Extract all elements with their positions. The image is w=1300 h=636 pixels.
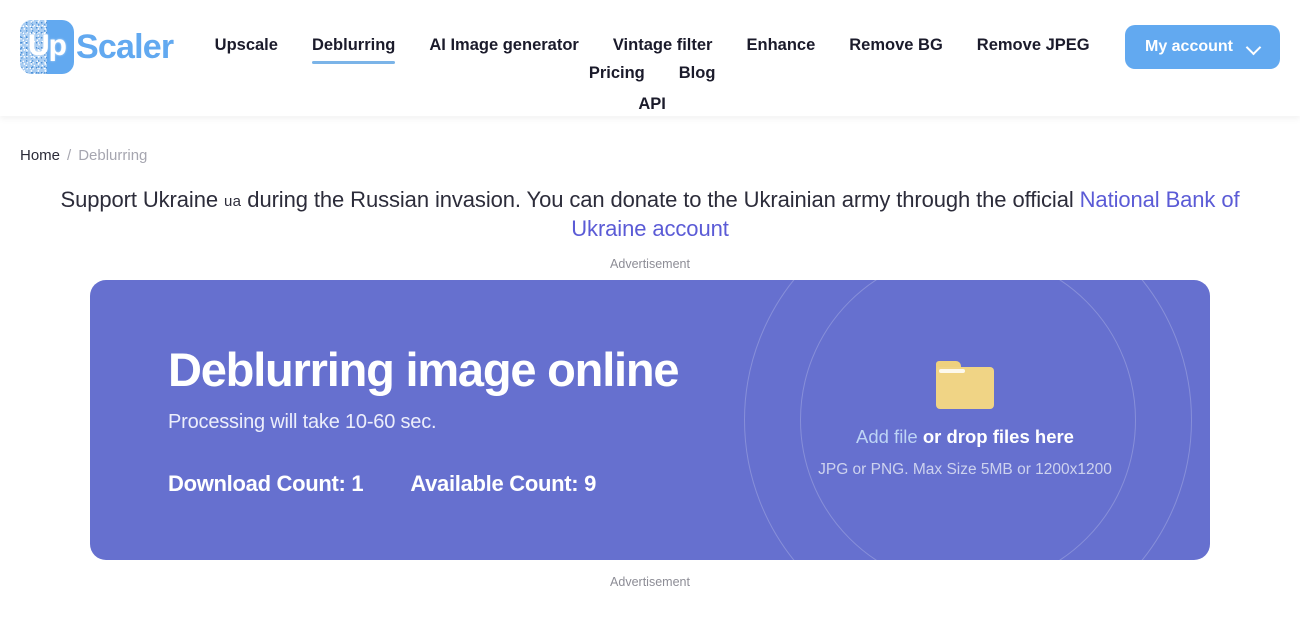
nav-item-api[interactable]: API <box>638 93 666 121</box>
breadcrumb-current: Deblurring <box>78 147 148 164</box>
download-count: Download Count: 1 <box>168 470 364 498</box>
logo-mark-text: Up <box>28 29 67 62</box>
nav-item-deblurring[interactable]: Deblurring <box>311 34 396 64</box>
add-file-link[interactable]: Add file <box>856 426 918 447</box>
nav-item-upscale[interactable]: Upscale <box>215 34 278 62</box>
available-count-label: Available Count: <box>410 471 579 496</box>
logo-wordmark: Scaler <box>76 27 174 66</box>
dropzone-main-text: Add file or drop files here <box>856 425 1074 449</box>
available-count-value: 9 <box>584 471 597 496</box>
main-nav: Upscale Deblurring AI Image generator Vi… <box>189 20 1115 121</box>
page-content: Home / Deblurring Support Ukraine ua dur… <box>0 116 1300 590</box>
chevron-down-icon <box>1247 41 1260 54</box>
folder-icon <box>936 360 994 409</box>
file-dropzone[interactable]: Add file or drop files here JPG or PNG. … <box>730 280 1210 560</box>
ukraine-banner-text-start: Support Ukraine <box>60 187 224 212</box>
nav-item-blog[interactable]: Blog <box>679 62 716 90</box>
hero-card: Deblurring image online Processing will … <box>90 280 1210 560</box>
ukraine-support-banner: Support Ukraine ua during the Russian in… <box>20 186 1280 242</box>
breadcrumb-separator: / <box>67 147 72 164</box>
nav-item-enhance[interactable]: Enhance <box>746 34 815 62</box>
hero-counts: Download Count: 1 Available Count: 9 <box>168 470 730 498</box>
nav-item-ai-image-generator[interactable]: AI Image generator <box>429 34 578 62</box>
page-title: Deblurring image online <box>168 343 680 396</box>
main-nav-second-row: API <box>189 93 1115 121</box>
dropzone-hint: JPG or PNG. Max Size 5MB or 1200x1200 <box>818 460 1112 478</box>
download-count-label: Download Count: <box>168 471 346 496</box>
nav-item-vintage-filter[interactable]: Vintage filter <box>613 34 713 62</box>
folder-icon-lip <box>939 368 965 373</box>
hero-text-block: Deblurring image online Processing will … <box>90 342 730 498</box>
site-header: Up Scaler Upscale Deblurring AI Image ge… <box>0 0 1300 116</box>
hero-subtitle: Processing will take 10-60 sec. <box>168 411 437 433</box>
folder-icon-body <box>936 366 994 409</box>
advertisement-label-bottom: Advertisement <box>610 575 690 589</box>
nav-item-pricing[interactable]: Pricing <box>589 62 645 90</box>
breadcrumb: Home / Deblurring <box>20 116 1280 166</box>
available-count: Available Count: 9 <box>410 470 596 498</box>
logo-mark-icon: Up <box>20 20 74 74</box>
ukraine-flag-icon: ua <box>224 193 242 210</box>
nav-item-remove-jpeg[interactable]: Remove JPEG <box>977 34 1090 62</box>
advertisement-label-top: Advertisement <box>610 257 690 271</box>
logo[interactable]: Up Scaler <box>20 20 174 74</box>
dropzone-drop-text: or drop files here <box>917 425 1074 447</box>
my-account-button[interactable]: My account <box>1124 25 1280 69</box>
my-account-label: My account <box>1144 38 1233 55</box>
download-count-value: 1 <box>351 471 364 496</box>
breadcrumb-home-link[interactable]: Home <box>20 146 60 166</box>
ukraine-banner-text-mid: during the Russian invasion. You can don… <box>241 187 1080 212</box>
nav-item-remove-bg[interactable]: Remove BG <box>849 34 943 62</box>
